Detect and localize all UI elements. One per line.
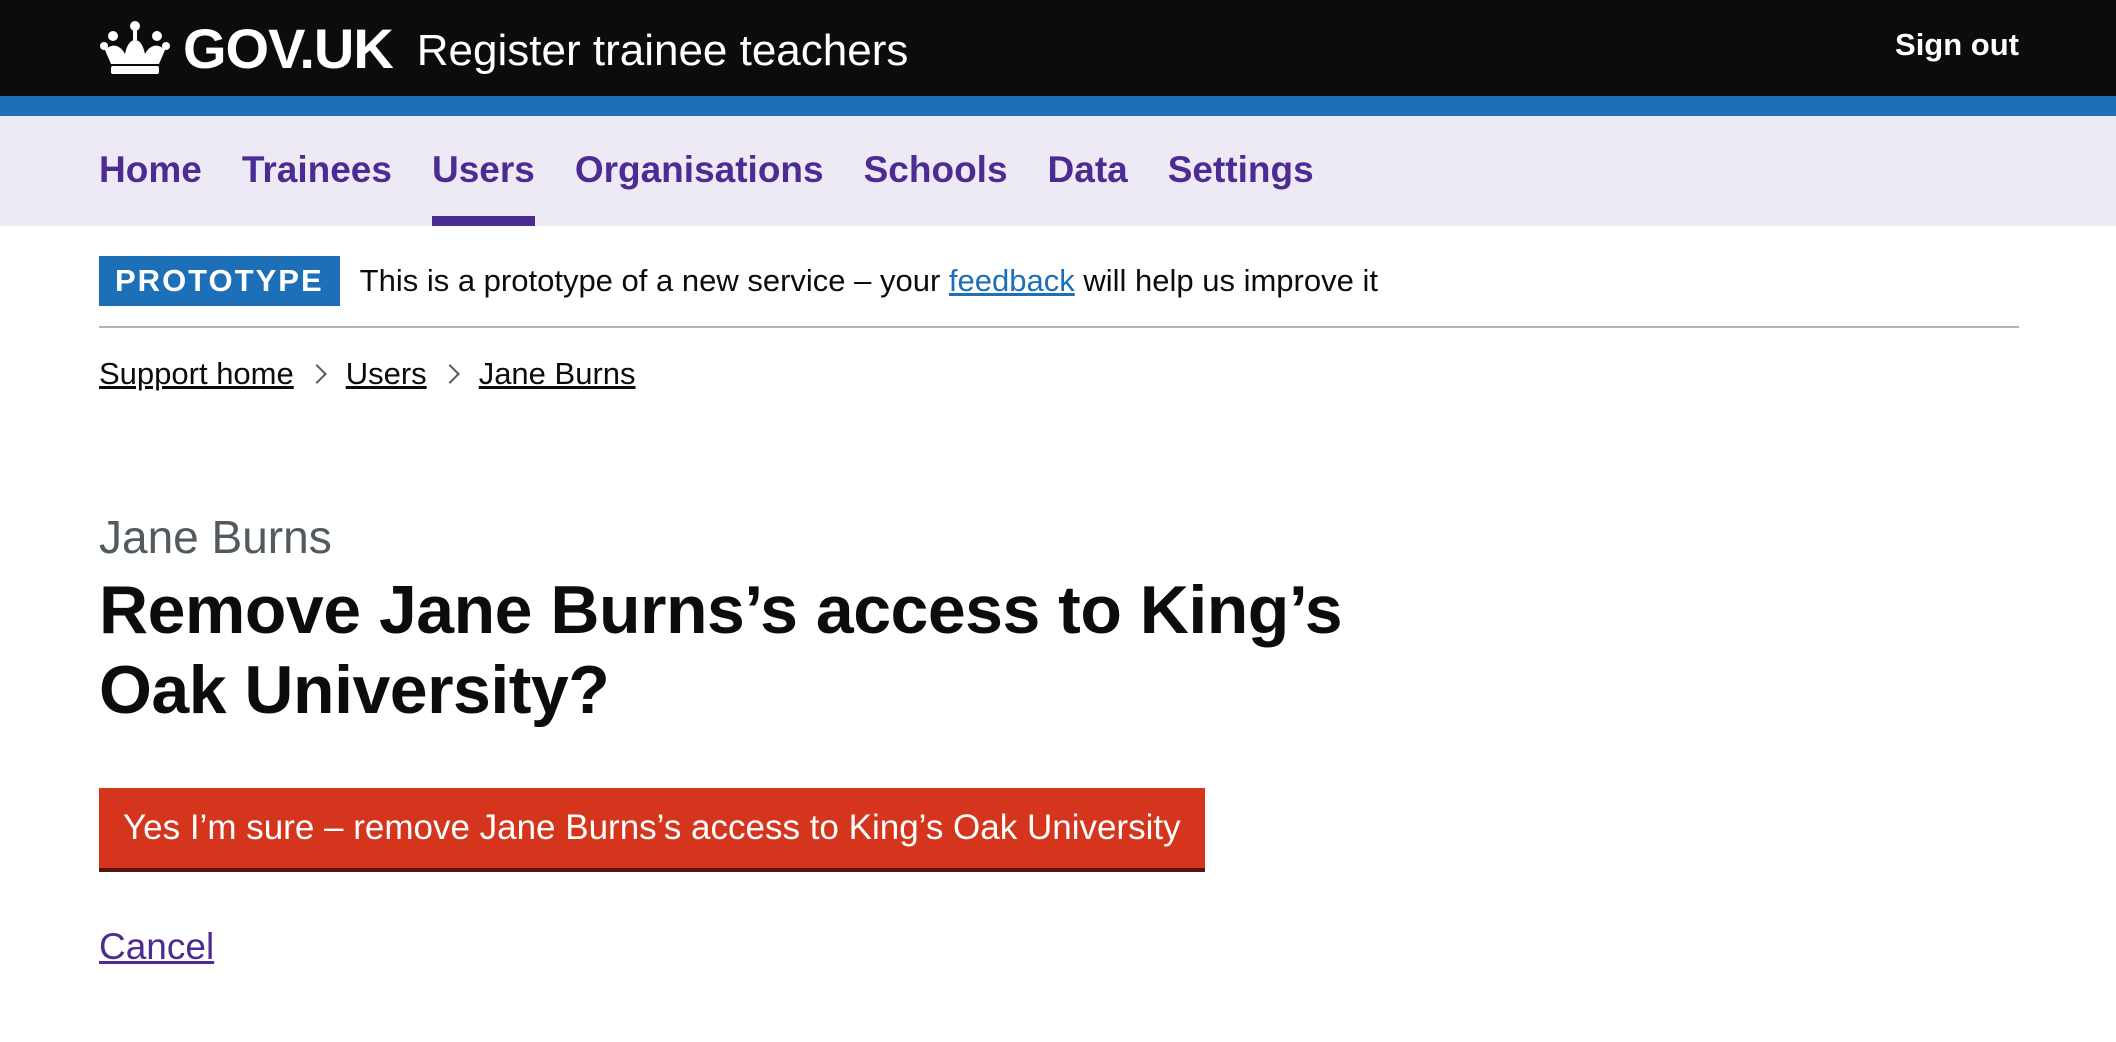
confirm-remove-access-button[interactable]: Yes I’m sure – remove Jane Burns’s acces… bbox=[99, 788, 1205, 868]
breadcrumb-link-users[interactable]: Users bbox=[346, 356, 427, 392]
feedback-link[interactable]: feedback bbox=[949, 263, 1075, 298]
primary-navigation: Home Trainees Users Organisations School… bbox=[0, 116, 2116, 226]
breadcrumb-link-jane-burns[interactable]: Jane Burns bbox=[479, 356, 636, 392]
breadcrumb-link-support-home[interactable]: Support home bbox=[99, 356, 294, 392]
page-caption: Jane Burns bbox=[99, 511, 332, 563]
cancel-link[interactable]: Cancel bbox=[99, 926, 214, 968]
nav-link-home[interactable]: Home bbox=[99, 149, 202, 191]
nav-item-data: Data bbox=[1048, 116, 1128, 226]
breadcrumb-item-jane-burns: Jane Burns bbox=[427, 356, 636, 392]
page-title: Remove Jane Burns’s access to King’s Oak… bbox=[99, 572, 1343, 728]
breadcrumb-item-support-home: Support home bbox=[99, 356, 294, 392]
chevron-right-icon bbox=[439, 364, 460, 384]
header-blue-bar bbox=[0, 96, 2116, 116]
nav-link-trainees[interactable]: Trainees bbox=[242, 149, 392, 191]
phase-banner: PROTOTYPE This is a prototype of a new s… bbox=[99, 256, 2019, 328]
crown-icon bbox=[100, 21, 170, 74]
nav-item-organisations: Organisations bbox=[575, 116, 824, 226]
phase-tag: PROTOTYPE bbox=[99, 256, 340, 306]
phase-text-after: will help us improve it bbox=[1074, 263, 1378, 298]
nav-list: Home Trainees Users Organisations School… bbox=[99, 116, 1354, 226]
breadcrumb: Support home Users Jane Burns bbox=[99, 356, 636, 392]
nav-item-settings: Settings bbox=[1168, 116, 1314, 226]
nav-item-trainees: Trainees bbox=[242, 116, 392, 226]
nav-item-users: Users bbox=[431, 116, 535, 226]
nav-link-data[interactable]: Data bbox=[1048, 149, 1128, 191]
phase-banner-text: This is a prototype of a new service – y… bbox=[360, 256, 1378, 306]
nav-link-users[interactable]: Users bbox=[432, 149, 535, 191]
breadcrumb-item-users: Users bbox=[294, 356, 427, 392]
service-name[interactable]: Register trainee teachers bbox=[417, 26, 909, 76]
nav-link-organisations[interactable]: Organisations bbox=[575, 149, 824, 191]
nav-link-schools[interactable]: Schools bbox=[864, 149, 1008, 191]
header-container: GOV.UK Register trainee teachers Sign ou… bbox=[99, 0, 2019, 96]
govuk-logo-text: GOV.UK bbox=[183, 16, 394, 80]
govuk-logo-link[interactable]: GOV.UK bbox=[99, 16, 394, 81]
chevron-right-icon bbox=[306, 364, 327, 384]
sign-out-link[interactable]: Sign out bbox=[1895, 27, 2019, 63]
nav-link-settings[interactable]: Settings bbox=[1168, 149, 1314, 191]
nav-item-schools: Schools bbox=[864, 116, 1008, 226]
phase-text-before: This is a prototype of a new service – y… bbox=[359, 263, 949, 298]
nav-item-home: Home bbox=[99, 116, 202, 226]
site-header: GOV.UK Register trainee teachers Sign ou… bbox=[0, 0, 2116, 96]
